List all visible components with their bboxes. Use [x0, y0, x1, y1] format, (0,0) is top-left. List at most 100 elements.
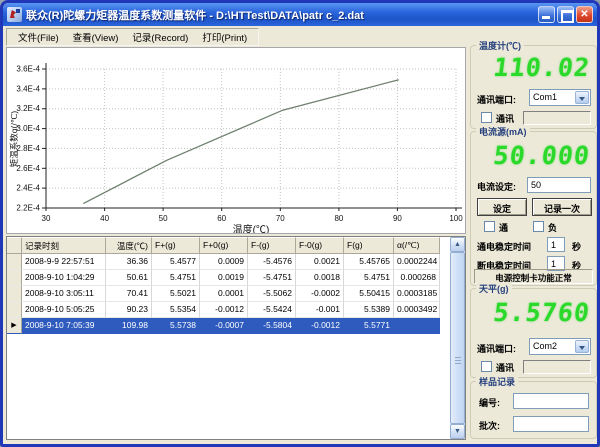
negative-checkbox[interactable] — [533, 221, 544, 232]
thermometer-port-select[interactable]: Com1 — [529, 89, 591, 106]
svg-text:100: 100 — [449, 214, 463, 223]
balance-comm-checkbox[interactable] — [481, 361, 492, 372]
sample-record-group-title: 样品记录 — [476, 375, 518, 388]
table-cell[interactable]: 5.5389 — [344, 302, 394, 318]
column-header[interactable]: 温度(℃) — [106, 237, 152, 254]
table-cell[interactable]: 0.0001 — [200, 286, 248, 302]
table-cell[interactable]: 36.36 — [106, 254, 152, 270]
table-cell[interactable]: 0.0002244 — [394, 254, 440, 270]
column-header[interactable]: F+0(g) — [200, 237, 248, 254]
menu-record[interactable]: 记录(Record) — [125, 28, 195, 46]
balance-port-select[interactable]: Com2 — [529, 338, 591, 355]
thermometer-comm-checkbox[interactable] — [481, 112, 492, 123]
balance-comm-label: 通讯 — [496, 361, 514, 374]
table-cell[interactable]: 5.4751 — [344, 270, 394, 286]
table-cell[interactable]: 2008-9-9 22:57:51 — [22, 254, 106, 270]
menu-view[interactable]: 查看(View) — [66, 28, 126, 46]
svg-text:矩温系数α(/℃): 矩温系数α(/℃) — [9, 111, 19, 168]
balance-group-title: 天平(g) — [476, 282, 512, 295]
table-cell[interactable]: 5.50415 — [344, 286, 394, 302]
on-time-label: 通电稳定时间 — [477, 240, 531, 253]
minimize-button[interactable] — [538, 6, 555, 23]
table-cell[interactable]: -5.5804 — [248, 318, 296, 334]
scroll-down-icon[interactable]: ▼ — [450, 424, 465, 439]
table-cell[interactable]: -5.4576 — [248, 254, 296, 270]
table-cell[interactable]: 0.0021 — [296, 254, 344, 270]
table-cell[interactable]: 2008-9-10 7:05:39 — [22, 318, 106, 334]
sample-batch-input[interactable] — [513, 416, 589, 432]
sample-id-input[interactable] — [513, 393, 589, 409]
svg-text:90: 90 — [393, 214, 402, 223]
menu-file[interactable]: 文件(File) — [11, 28, 66, 46]
table-cell[interactable]: 0.0003185 — [394, 286, 440, 302]
svg-text:50: 50 — [159, 214, 168, 223]
table-cell[interactable]: 5.5771 — [344, 318, 394, 334]
table-cell[interactable]: -5.4751 — [248, 270, 296, 286]
thermometer-comm-field — [523, 111, 591, 125]
column-header[interactable]: α(/℃) — [394, 237, 440, 254]
table-row[interactable]: ▶2008-9-10 7:05:39109.985.5738-0.0007-5.… — [7, 318, 450, 334]
scrollbar-thumb[interactable] — [450, 252, 465, 424]
table-row[interactable]: 2008-9-10 5:05:2590.235.5354-0.0012-5.54… — [7, 302, 450, 318]
table-cell[interactable]: 0.0009 — [200, 254, 248, 270]
chevron-down-icon[interactable] — [575, 91, 589, 104]
table-cell[interactable]: -0.0012 — [200, 302, 248, 318]
thermometer-group: 温度计(℃) 110.02 通讯端口: Com1 通讯 — [470, 45, 597, 129]
column-header[interactable]: 记录时刻 — [22, 237, 106, 254]
window-title: 联众(R)陀螺力矩器温度系数测量软件 - D:\HTTest\DATA\patr… — [26, 7, 538, 23]
column-header[interactable]: F-0(g) — [296, 237, 344, 254]
scroll-up-icon[interactable]: ▲ — [450, 237, 465, 252]
table-scrollbar[interactable]: ▲ ▼ — [450, 237, 465, 439]
record-once-button[interactable]: 记录一次 — [532, 198, 592, 216]
table-cell[interactable]: 5.45765 — [344, 254, 394, 270]
table-cell[interactable]: 5.4751 — [152, 270, 200, 286]
table-cell[interactable]: 5.5738 — [152, 318, 200, 334]
svg-text:80: 80 — [334, 214, 343, 223]
table-cell[interactable]: 90.23 — [106, 302, 152, 318]
row-marker-cell — [7, 302, 22, 318]
table-cell[interactable]: 2008-9-10 1:04:29 — [22, 270, 106, 286]
chart-canvas: 304050607080901002.2E-42.4E-42.6E-42.8E-… — [7, 48, 465, 233]
power-on-checkbox[interactable] — [484, 221, 495, 232]
current-set-input[interactable] — [527, 177, 591, 193]
table-cell[interactable]: 0.0018 — [296, 270, 344, 286]
temperature-coefficient-chart: 304050607080901002.2E-42.4E-42.6E-42.8E-… — [6, 47, 466, 234]
table-cell[interactable]: 109.98 — [106, 318, 152, 334]
table-cell[interactable]: 2008-9-10 5:05:25 — [22, 302, 106, 318]
power-on-label: 通 — [499, 221, 508, 234]
table-cell[interactable]: 0.000268 — [394, 270, 440, 286]
close-button[interactable]: ✕ — [576, 6, 593, 23]
on-time-seconds-label: 秒 — [572, 240, 581, 253]
table-cell[interactable]: 0.0019 — [200, 270, 248, 286]
maximize-button[interactable] — [557, 6, 574, 23]
table-cell[interactable]: -5.5424 — [248, 302, 296, 318]
table-cell[interactable]: -0.001 — [296, 302, 344, 318]
table-cell[interactable]: 2008-9-10 3:05:11 — [22, 286, 106, 302]
table-cell[interactable]: 5.5021 — [152, 286, 200, 302]
table-cell[interactable] — [394, 318, 440, 334]
table-cell[interactable]: -0.0007 — [200, 318, 248, 334]
client-area: 文件(File) 查看(View) 记录(Record) 打印(Print) 3… — [3, 26, 597, 444]
menu-print[interactable]: 打印(Print) — [195, 28, 254, 46]
on-time-input[interactable] — [547, 237, 565, 252]
table-row[interactable]: 2008-9-10 1:04:2950.615.47510.0019-5.475… — [7, 270, 450, 286]
table-cell[interactable]: 5.4577 — [152, 254, 200, 270]
thermometer-led-display: 110.02 — [473, 53, 592, 82]
table-row[interactable]: 2008-9-10 3:05:1170.415.50210.0001-5.506… — [7, 286, 450, 302]
chevron-down-icon[interactable] — [575, 340, 589, 353]
column-header[interactable]: F(g) — [344, 237, 394, 254]
table-cell[interactable]: -0.0012 — [296, 318, 344, 334]
table-cell[interactable]: 70.41 — [106, 286, 152, 302]
table-row[interactable]: 2008-9-9 22:57:5136.365.45770.0009-5.457… — [7, 254, 450, 270]
svg-text:2.6E-4: 2.6E-4 — [16, 164, 40, 173]
sample-record-group: 样品记录 编号: 批次: — [470, 381, 597, 439]
table-cell[interactable]: 5.5354 — [152, 302, 200, 318]
column-header[interactable]: F-(g) — [248, 237, 296, 254]
set-button[interactable]: 设定 — [477, 198, 527, 216]
table-cell[interactable]: -0.0002 — [296, 286, 344, 302]
table-cell[interactable]: 50.61 — [106, 270, 152, 286]
column-header[interactable]: F+(g) — [152, 237, 200, 254]
svg-text:温度(℃): 温度(℃) — [233, 223, 270, 233]
table-cell[interactable]: -5.5062 — [248, 286, 296, 302]
table-cell[interactable]: 0.0003492 — [394, 302, 440, 318]
